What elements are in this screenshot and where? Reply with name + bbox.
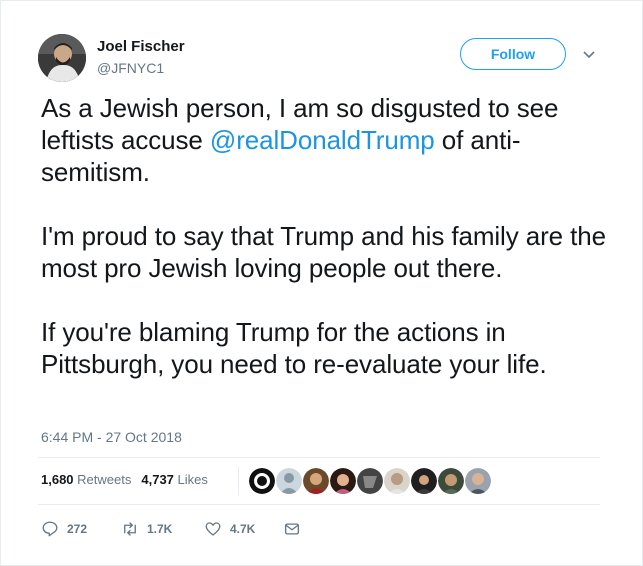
liker-avatar[interactable] [384, 468, 410, 494]
chevron-down-icon[interactable] [581, 47, 597, 63]
like-button[interactable]: 4.7K [204, 520, 283, 538]
retweet-count: 1.7K [147, 522, 173, 536]
liker-avatar[interactable] [249, 468, 275, 494]
retweet-button[interactable]: 1.7K [121, 520, 204, 538]
retweets-label: Retweets [77, 472, 132, 487]
author-name[interactable]: Joel Fischer [97, 38, 185, 55]
like-count: 4.7K [230, 522, 256, 536]
heart-icon [205, 522, 221, 536]
envelope-icon [284, 523, 300, 535]
tweet-stats: 1,680 Retweets 4,737 Likes [41, 472, 218, 487]
reply-button[interactable]: 272 [41, 520, 121, 538]
tweet-paragraph-3: If you're blaming Trump for the actions … [41, 317, 547, 379]
divider [38, 457, 600, 458]
author-avatar[interactable] [38, 34, 86, 82]
tweet-paragraph-2: I'm proud to say that Trump and his fami… [41, 221, 607, 283]
tweet-timestamp[interactable]: 6:44 PM - 27 Oct 2018 [41, 429, 182, 445]
retweets-count: 1,680 [41, 472, 74, 487]
direct-message-button[interactable] [283, 520, 309, 538]
tweet-actions: 272 1.7K 4.7K [41, 520, 309, 538]
likes-count: 4,737 [141, 472, 174, 487]
liker-avatar[interactable] [303, 468, 329, 494]
follow-button[interactable]: Follow [460, 38, 566, 70]
liker-avatar[interactable] [276, 468, 302, 494]
liker-avatar[interactable] [465, 468, 491, 494]
liker-avatar[interactable] [357, 468, 383, 494]
liker-avatar[interactable] [411, 468, 437, 494]
liker-avatar[interactable] [330, 468, 356, 494]
divider [38, 504, 600, 505]
liker-avatars [238, 467, 492, 495]
tweet-paragraph-1: As a Jewish person, I am so disgusted to… [41, 92, 611, 188]
reply-count: 272 [67, 522, 88, 536]
likes-label: Likes [177, 472, 208, 487]
liker-avatar[interactable] [438, 468, 464, 494]
tweet-card: Joel Fischer @JFNYC1 Follow As a Jewish … [0, 0, 643, 566]
mention-link[interactable]: @realDonaldTrump [210, 125, 435, 155]
likes-stat[interactable]: 4,737 Likes [141, 472, 208, 487]
retweets-stat[interactable]: 1,680 Retweets [41, 472, 131, 487]
retweet-icon [124, 522, 136, 536]
author-handle[interactable]: @JFNYC1 [97, 60, 164, 76]
tweet-text: As a Jewish person, I am so disgusted to… [41, 92, 611, 412]
reply-icon [42, 521, 58, 537]
